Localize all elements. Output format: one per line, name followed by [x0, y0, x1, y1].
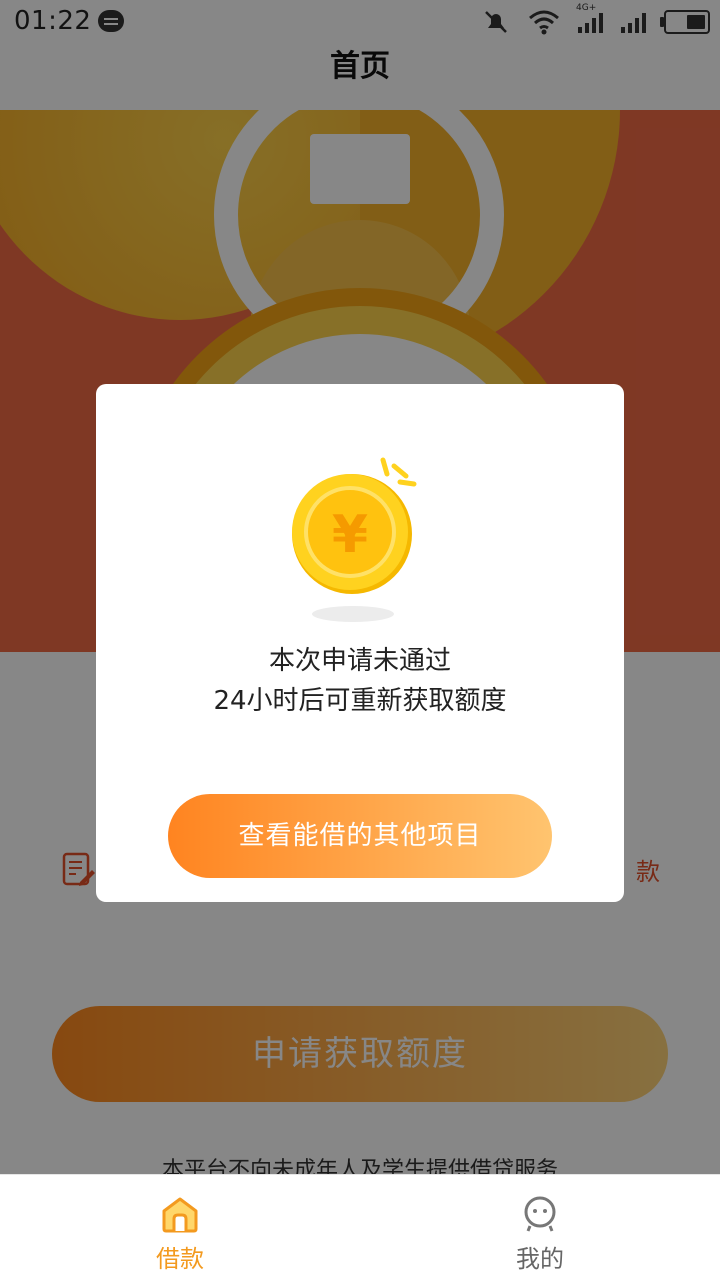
profile-icon	[524, 1196, 556, 1232]
tab-mine-label: 我的	[516, 1245, 564, 1273]
rejection-message: 本次申请未通过	[268, 646, 451, 676]
gold-coin-icon: ¥	[292, 457, 417, 594]
home-icon	[162, 1197, 198, 1233]
tab-loan[interactable]: 借款	[0, 1175, 360, 1281]
bottom-tab-bar: 借款 我的	[0, 1174, 720, 1280]
retry-message: 24小时后可重新获取额度	[213, 686, 507, 716]
view-other-projects-button[interactable]: 查看能借的其他项目	[168, 794, 552, 878]
rejection-dialog: ¥ 本次申请未通过 24小时后可重新获取额度 查看能借的其他项目	[96, 384, 624, 902]
coin-symbol: ¥	[332, 505, 368, 565]
tab-loan-label: 借款	[156, 1245, 204, 1273]
tab-mine[interactable]: 我的	[360, 1175, 720, 1281]
coin-shadow	[312, 606, 394, 622]
